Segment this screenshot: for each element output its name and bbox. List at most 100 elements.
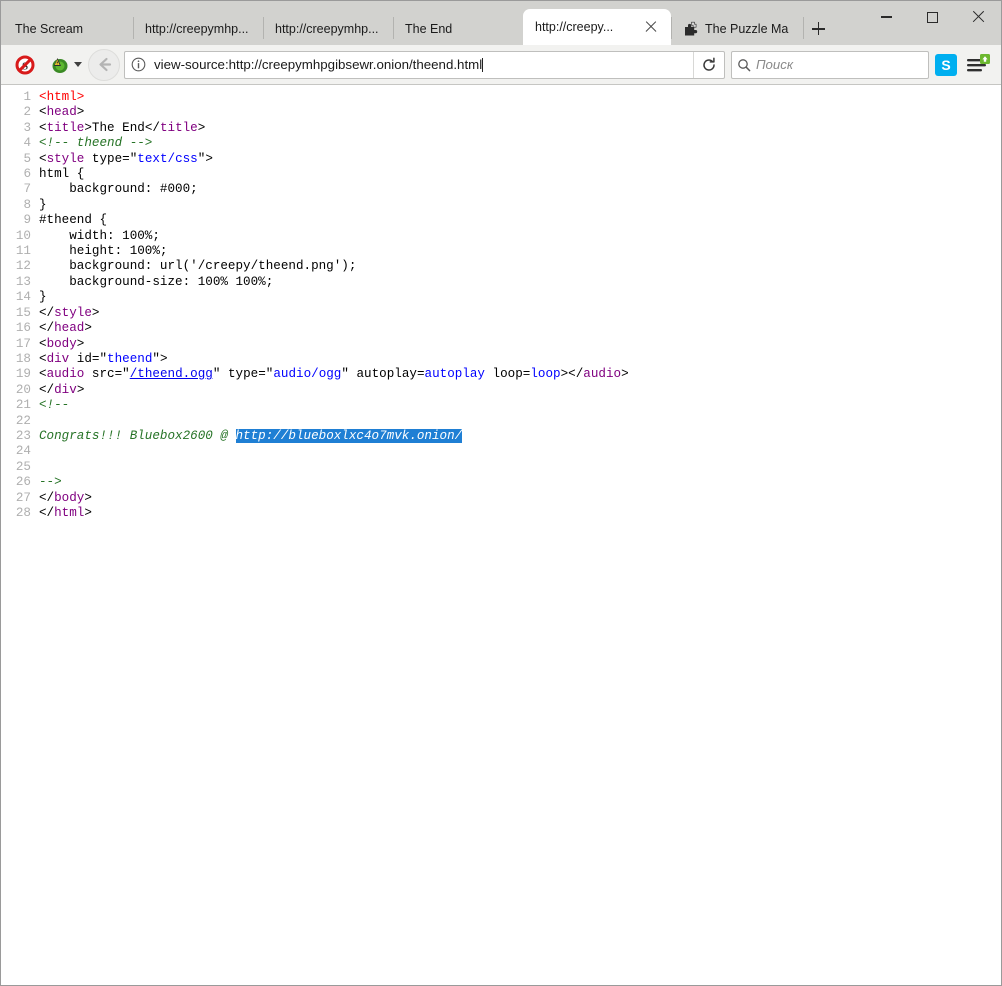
code-token: text/css — [137, 152, 197, 166]
source-code-listing[interactable]: 1<html> 2<head> 3<title>The End</title> … — [1, 90, 1001, 521]
browser-tab[interactable]: The Puzzle Ma... — [671, 12, 801, 45]
code-token: background: url('/creepy/theend.png'); — [39, 259, 356, 273]
code-token: > — [205, 152, 213, 166]
line-number: 27 — [1, 491, 31, 506]
code-token: div — [47, 352, 70, 366]
code-token: The End — [92, 121, 145, 135]
search-bar[interactable]: Поиск — [731, 51, 929, 79]
plus-icon-vertical — [818, 22, 820, 35]
address-bar-text[interactable]: view-source:http://creepymhpgibsewr.onio… — [151, 57, 693, 72]
tab-label: The End — [405, 22, 452, 36]
code-token: #theend { — [39, 213, 107, 227]
code-token: </ — [39, 383, 54, 397]
line-number: 17 — [1, 337, 31, 352]
code-token: > — [92, 306, 100, 320]
code-token: < — [39, 352, 47, 366]
torbutton-dropdown-caret[interactable] — [74, 62, 82, 67]
code-token: Congrats!!! Bluebox2600 @ — [39, 429, 236, 443]
tor-onion-icon[interactable] — [45, 51, 73, 79]
line-number: 25 — [1, 460, 31, 475]
browser-tab[interactable]: The End — [393, 12, 523, 45]
view-source-content[interactable]: 1<html> 2<head> 3<title>The End</title> … — [1, 85, 1001, 985]
browser-tab[interactable]: The Scream — [3, 12, 133, 45]
minimize-button[interactable] — [863, 1, 909, 33]
code-token: style — [54, 306, 92, 320]
browser-tab[interactable]: http://creepy... — [523, 9, 671, 45]
code-token: loop= — [485, 367, 530, 381]
browser-window: The Scream http://creepymhp... http://cree… — [0, 0, 1002, 986]
code-token: background: #000; — [39, 182, 198, 196]
code-token: > — [160, 352, 168, 366]
code-token: > — [84, 121, 92, 135]
line-number: 9 — [1, 213, 31, 228]
code-token: body — [54, 491, 84, 505]
code-token: < — [39, 121, 47, 135]
code-token: > — [198, 121, 206, 135]
line-number: 1 — [1, 90, 31, 105]
code-token: autoplay= — [349, 367, 425, 381]
code-token: html { — [39, 167, 84, 181]
code-token: < — [39, 367, 47, 381]
code-token: > — [84, 491, 92, 505]
line-number: 4 — [1, 136, 31, 151]
line-number: 5 — [1, 152, 31, 167]
code-token: > — [77, 383, 85, 397]
line-number: 3 — [1, 121, 31, 136]
line-number: 8 — [1, 198, 31, 213]
line-number: 20 — [1, 383, 31, 398]
line-number: 13 — [1, 275, 31, 290]
code-token: audio — [47, 367, 85, 381]
noscript-icon[interactable]: S — [11, 51, 39, 79]
code-token: < — [39, 337, 47, 351]
tab-label: The Scream — [15, 22, 83, 36]
code-token: > — [77, 337, 85, 351]
search-icon — [732, 58, 756, 72]
page-info-icon[interactable] — [125, 52, 151, 78]
line-number: 14 — [1, 290, 31, 305]
tab-label: http://creepymhp... — [145, 22, 249, 36]
code-token: " — [341, 367, 349, 381]
line-number: 28 — [1, 506, 31, 521]
maximize-icon — [927, 12, 938, 23]
new-tab-button[interactable] — [803, 12, 833, 45]
code-token: > — [84, 321, 92, 335]
line-number: 6 — [1, 167, 31, 182]
line-number: 18 — [1, 352, 31, 367]
code-token: height: 100%; — [39, 244, 167, 258]
line-number: 12 — [1, 259, 31, 274]
source-link[interactable]: /theend.ogg — [130, 367, 213, 381]
hamburger-menu-icon[interactable] — [963, 51, 993, 79]
browser-tab[interactable]: http://creepymhp... — [133, 12, 263, 45]
code-token: < — [39, 90, 47, 104]
skype-icon[interactable]: S — [935, 54, 957, 76]
maximize-button[interactable] — [909, 1, 955, 33]
code-token: } — [39, 198, 47, 212]
line-number: 10 — [1, 229, 31, 244]
code-token: <!-- theend --> — [39, 136, 152, 150]
code-token: > — [621, 367, 629, 381]
code-token: div — [54, 383, 77, 397]
code-token: autoplay — [425, 367, 485, 381]
code-token: > — [561, 367, 569, 381]
back-button[interactable] — [88, 49, 120, 81]
window-controls — [863, 1, 1001, 33]
code-token: < — [39, 105, 47, 119]
browser-tab[interactable]: http://creepymhp... — [263, 12, 393, 45]
code-token: background-size: 100% 100%; — [39, 275, 273, 289]
address-bar[interactable]: view-source:http://creepymhpgibsewr.onio… — [124, 51, 725, 79]
tab-label: http://creepy... — [535, 20, 635, 34]
selected-url-text[interactable]: http://blueboxlxc4o7mvk.onion/ — [236, 429, 463, 443]
code-token: --> — [39, 475, 62, 489]
code-token: audio/ogg — [273, 367, 341, 381]
code-token: </ — [39, 321, 54, 335]
close-button[interactable] — [955, 1, 1001, 33]
line-number: 11 — [1, 244, 31, 259]
code-token: title — [47, 121, 85, 135]
tab-close-icon[interactable] — [643, 19, 659, 35]
code-token: } — [39, 290, 47, 304]
tab-label: http://creepymhp... — [275, 22, 379, 36]
reload-button[interactable] — [693, 52, 724, 78]
code-token: head — [47, 105, 77, 119]
search-input-placeholder[interactable]: Поиск — [756, 57, 793, 72]
back-arrow-icon — [95, 55, 114, 74]
